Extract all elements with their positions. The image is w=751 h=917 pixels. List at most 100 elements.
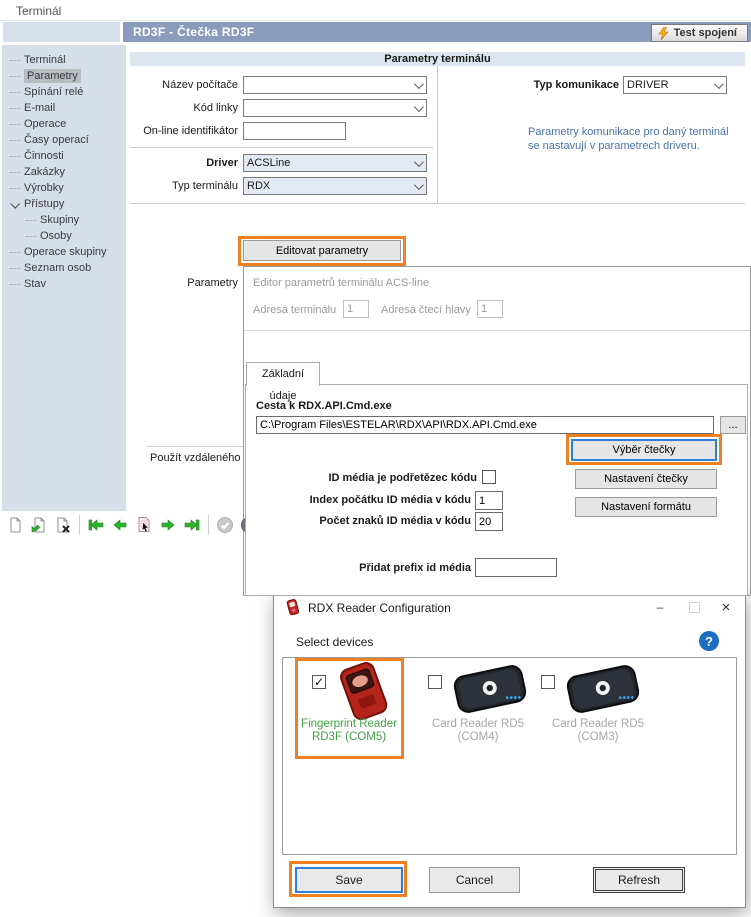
minimize-button[interactable]: – — [643, 593, 677, 621]
terminal-address-field[interactable] — [343, 300, 369, 318]
line-code-label: Kód linky — [118, 102, 238, 114]
tree-line — [26, 236, 36, 237]
sidebar-item-casy-operaci[interactable]: Časy operací — [2, 132, 126, 148]
remote-label: Použít vzdáleného z — [150, 452, 243, 464]
dialog-title: RDX Reader Configuration — [308, 601, 451, 615]
reader-settings-button[interactable]: Nastavení čtečky — [575, 469, 717, 489]
fingerprint-reader-image[interactable] — [331, 662, 397, 722]
format-settings-button[interactable]: Nastavení formátu — [575, 497, 717, 517]
select-reader-button[interactable]: Výběr čtečky — [571, 439, 717, 461]
sidebar-item-osoby[interactable]: Osoby — [2, 228, 126, 244]
edit-record-icon[interactable] — [28, 514, 50, 536]
length-label: Počet znaků ID média v kódu — [237, 515, 471, 527]
tree-line — [10, 140, 20, 141]
prefix-field[interactable] — [475, 558, 557, 577]
line-code-combo[interactable] — [243, 99, 427, 117]
chevron-down-icon — [414, 79, 424, 89]
last-record-icon[interactable] — [181, 514, 203, 536]
editor-divider — [244, 330, 750, 331]
device-label-rd3f-com5[interactable]: Fingerprint Reader RD3F (COM5) — [297, 718, 401, 744]
head-address-label: Adresa čtecí hlavy — [381, 304, 471, 316]
chevron-down-icon — [10, 198, 20, 208]
index-field[interactable] — [475, 491, 503, 510]
maximize-button[interactable] — [677, 593, 711, 621]
driver-combo[interactable]: ACSLine — [243, 154, 427, 172]
refresh-button[interactable]: Refresh — [593, 867, 685, 893]
first-record-icon[interactable] — [85, 514, 107, 536]
card-reader-com4-image[interactable] — [449, 660, 531, 718]
online-id-field[interactable] — [243, 122, 346, 140]
computer-name-label: Název počítače — [118, 79, 238, 91]
tree-line — [10, 60, 20, 61]
next-record-icon[interactable] — [157, 514, 179, 536]
comm-type-combo[interactable]: DRIVER — [623, 76, 727, 94]
test-connection-button[interactable]: Test spojení — [651, 24, 748, 42]
sidebar-item-operace-skupiny[interactable]: Operace skupiny — [2, 244, 126, 260]
maximize-icon — [689, 602, 700, 613]
sidebar-item-terminal[interactable]: Terminál — [2, 52, 126, 68]
device-label-rd5-com3[interactable]: Card Reader RD5 (COM3) — [535, 718, 661, 744]
edit-params-button[interactable]: Editovat parametry — [243, 240, 401, 261]
new-record-icon[interactable] — [4, 514, 26, 536]
rdx-dialog-icon — [284, 599, 301, 616]
device-checkbox-rd5-com3[interactable] — [541, 675, 555, 689]
chevron-down-icon — [714, 79, 724, 89]
path-field[interactable] — [256, 416, 714, 434]
page-title: RD3F - Čtečka RD3F — [133, 25, 254, 39]
chevron-down-icon — [414, 102, 424, 112]
group-bottom-divider — [130, 203, 745, 204]
test-connection-label: Test spojení — [674, 27, 737, 39]
substring-checkbox[interactable] — [482, 470, 496, 484]
sidebar-item-parametry[interactable]: Parametry — [2, 68, 126, 84]
sidebar-item-zakazky[interactable]: Zakázky — [2, 164, 126, 180]
terminal-type-combo[interactable]: RDX — [243, 177, 427, 195]
driver-label: Driver — [118, 157, 238, 169]
sidebar-item-seznam-osob[interactable]: Seznam osob — [2, 260, 126, 276]
sidebar-item-e-mail[interactable]: E-mail — [2, 100, 126, 116]
tree-line — [10, 92, 20, 93]
close-button[interactable]: × — [709, 593, 743, 621]
chevron-down-icon — [414, 157, 424, 167]
chevron-down-icon — [414, 180, 424, 190]
confirm-icon[interactable] — [214, 514, 236, 536]
tree-line — [10, 284, 20, 285]
top-divider — [0, 20, 751, 21]
form-vertical-divider — [437, 66, 438, 203]
app-window: Terminál RD3F - Čtečka RD3F Test spojení… — [0, 0, 751, 917]
remote-divider — [147, 446, 243, 447]
length-field[interactable] — [475, 512, 503, 531]
driver-hint-line2: se nastavují v parametrech driveru. — [528, 140, 700, 152]
sidebar-item-vyrobky[interactable]: Výrobky — [2, 180, 126, 196]
sidebar-item-operace[interactable]: Operace — [2, 116, 126, 132]
sidebar-item-stav[interactable]: Stav — [2, 276, 126, 292]
tab-zakladni-udaje[interactable]: Základní údaje — [246, 362, 320, 386]
browse-button[interactable]: ... — [720, 416, 746, 434]
browse-records-icon[interactable] — [133, 514, 155, 536]
tree-line — [10, 252, 20, 253]
device-label-rd5-com4[interactable]: Card Reader RD5 (COM4) — [421, 718, 535, 744]
path-label: Cesta k RDX.API.Cmd.exe — [256, 400, 392, 412]
help-icon[interactable]: ? — [699, 631, 719, 651]
device-checkbox-rd3f-com5[interactable]: ✓ — [312, 675, 326, 689]
card-reader-com3-image[interactable] — [562, 660, 644, 718]
save-button[interactable]: Save — [295, 867, 403, 893]
terminal-header-bar: RD3F - Čtečka RD3F Test spojení — [123, 22, 751, 42]
device-list: ✓ Fingerprint Reader RD3F (COM5) — [282, 657, 737, 855]
tree-line — [10, 76, 20, 77]
terminal-type-label: Typ terminálu — [118, 180, 238, 192]
window-menu-terminal: Terminál — [16, 4, 61, 18]
device-checkbox-rd5-com4[interactable] — [428, 675, 442, 689]
cancel-button[interactable]: Cancel — [429, 867, 520, 893]
sidebar-item-skupiny[interactable]: Skupiny — [2, 212, 126, 228]
sidebar-item-pristupy[interactable]: Přístupy — [2, 196, 126, 212]
head-address-field[interactable] — [477, 300, 503, 318]
sidebar-tree: Terminál Parametry Spínání relé E-mail O… — [2, 45, 126, 511]
form-divider — [130, 147, 433, 148]
parametry-label: Parametry — [158, 277, 238, 289]
computer-name-combo[interactable] — [243, 76, 427, 94]
sidebar-item-cinnosti[interactable]: Činnosti — [2, 148, 126, 164]
sidebar-item-spinani-rele[interactable]: Spínání relé — [2, 84, 126, 100]
previous-record-icon[interactable] — [109, 514, 131, 536]
tree-line — [10, 124, 20, 125]
delete-record-icon[interactable] — [52, 514, 74, 536]
